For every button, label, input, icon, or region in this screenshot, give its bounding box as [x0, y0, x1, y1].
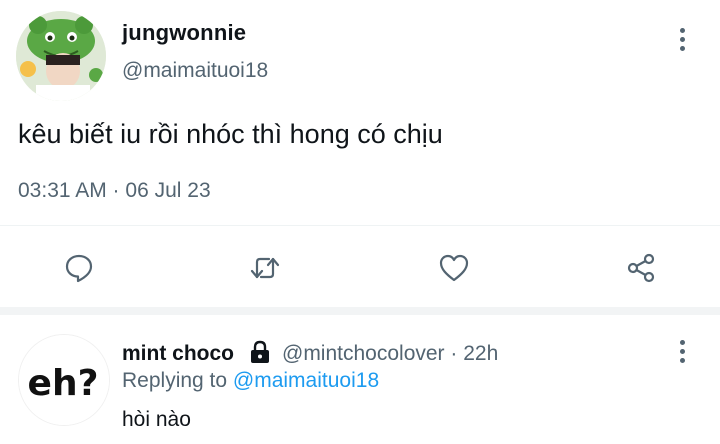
timestamp[interactable]: 03:31 AM · 06 Jul 23 — [18, 179, 211, 203]
comment-icon — [65, 254, 93, 283]
retweet-button[interactable] — [245, 248, 285, 288]
replying-to: Replying to @maimaituoi18 — [122, 369, 379, 393]
like-button[interactable] — [434, 248, 474, 288]
reply-handle-time[interactable]: @mintchocolover · 22h — [282, 342, 498, 366]
share-button[interactable] — [621, 248, 661, 288]
reply-display-name[interactable]: mint choco — [122, 342, 234, 366]
retweet-icon — [250, 257, 280, 279]
profile-photo — [16, 11, 106, 101]
user-handle[interactable]: @maimaituoi18 — [122, 59, 268, 83]
reply-avatar[interactable]: eh? — [18, 334, 110, 426]
heart-icon — [439, 254, 469, 282]
avatar[interactable] — [16, 11, 106, 101]
eh-avatar-image: eh? — [19, 335, 109, 425]
tweet-text: kêu biết iu rồi nhóc thì hong có chịu — [18, 119, 443, 149]
more-vertical-icon[interactable] — [674, 28, 690, 56]
reply-button[interactable] — [59, 248, 99, 288]
replying-to-link[interactable]: @maimaituoi18 — [233, 369, 379, 392]
replying-prefix: Replying to — [122, 369, 228, 392]
reply-text: hòi nào — [122, 408, 191, 431]
avatar-lettering: eh? — [28, 363, 99, 404]
lock-icon — [249, 340, 271, 364]
display-name[interactable]: jungwonnie — [122, 20, 246, 46]
section-divider — [0, 307, 720, 315]
more-vertical-icon[interactable] — [674, 340, 690, 368]
divider — [0, 225, 720, 226]
share-icon — [627, 253, 655, 283]
